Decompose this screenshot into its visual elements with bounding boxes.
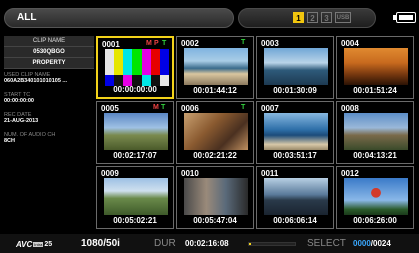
clip-thumbnail-image xyxy=(264,178,328,215)
clip-name-label: CLIP NAME xyxy=(4,36,94,47)
clip-thumbnail-0006[interactable]: 0006 T 00:02:21:22 xyxy=(176,101,254,164)
clip-number: 0008 xyxy=(341,104,359,113)
codec-name: AVC xyxy=(16,239,33,249)
clip-number: 0006 xyxy=(181,104,199,113)
clip-number: 0005 xyxy=(101,104,119,113)
clip-timecode: 00:05:47:04 xyxy=(193,216,237,225)
clip-thumbnail-image xyxy=(344,48,408,85)
clip-number: 0010 xyxy=(181,169,199,178)
clip-number: 0003 xyxy=(261,39,279,48)
codec-sub: Intra xyxy=(33,241,44,247)
clip-timecode: 00:06:06:14 xyxy=(273,216,317,225)
clip-thumbnail-0010[interactable]: 0010 00:05:47:04 xyxy=(176,166,254,229)
page-1-indicator[interactable]: 1 xyxy=(293,12,304,23)
clip-thumbnail-grid: 0001 M P T 00:00:00:00 0002 T 00:01:44:12 0003 00… xyxy=(96,36,419,231)
clip-timecode: 00:05:02:21 xyxy=(113,216,157,225)
clip-thumbnail-0008[interactable]: 0008 00:04:13:21 xyxy=(336,101,414,164)
clip-number: 0012 xyxy=(341,169,359,178)
duration-label: DUR xyxy=(154,238,176,249)
status-bar: AVC Intra 25 1080/50i DUR 00:02:16:08 SE… xyxy=(0,234,419,253)
clip-thumbnail-0005[interactable]: 0005 M T 00:02:17:07 xyxy=(96,101,174,164)
clip-thumbnail-0011[interactable]: 0011 00:06:06:14 xyxy=(256,166,334,229)
clip-thumbnail-image xyxy=(264,48,328,85)
used-clip-name-value: 060A2B340101010105 ... xyxy=(4,78,67,84)
selected-count: 0000/0024 xyxy=(353,239,391,248)
top-bar: ALL 1 2 3 USB xyxy=(0,0,419,33)
codec-rate: 25 xyxy=(44,240,53,248)
audio-ch-value: 8CH xyxy=(4,138,16,144)
clip-timecode: 00:02:17:07 xyxy=(113,151,157,160)
clip-thumbnail-0007[interactable]: 0007 00:03:51:17 xyxy=(256,101,334,164)
clip-thumbnail-image xyxy=(184,48,248,85)
clip-thumbnail-image xyxy=(344,113,408,150)
clip-mark-t: T xyxy=(241,39,246,46)
duration-value: 00:02:16:08 xyxy=(185,239,229,248)
clip-thumbnail-0003[interactable]: 0003 00:01:30:09 xyxy=(256,36,334,99)
video-format: 1080/50i xyxy=(81,238,120,249)
duration-progress-bar xyxy=(248,242,296,246)
clip-timecode: 00:00:00:00 xyxy=(113,85,157,94)
clip-thumbnail-image xyxy=(104,113,168,150)
clip-number: 0011 xyxy=(261,169,279,178)
clip-mark-t: T xyxy=(241,104,246,111)
clip-timecode: 00:04:13:21 xyxy=(353,151,397,160)
start-tc-value: 00:00:00:00 xyxy=(4,98,34,104)
page-2-indicator[interactable]: 2 xyxy=(307,12,318,23)
clip-thumbnail-0002[interactable]: 0002 T 00:01:44:12 xyxy=(176,36,254,99)
clip-thumbnail-0004[interactable]: 0004 00:01:51:24 xyxy=(336,36,414,99)
clip-mark-m: M xyxy=(153,104,159,111)
clip-thumbnail-0001[interactable]: 0001 M P T 00:00:00:00 xyxy=(96,36,174,99)
clip-info-panel: CLIP NAME 0530QBGO PROPERTY USED CLIP NA… xyxy=(4,36,94,231)
codec-logo: AVC Intra 25 xyxy=(16,239,52,249)
clip-thumbnail-image xyxy=(344,178,408,215)
clip-number: 0001 xyxy=(102,40,120,49)
clip-timecode: 00:01:44:12 xyxy=(193,86,237,95)
clip-mark-m: M xyxy=(146,40,152,47)
clip-timecode: 00:01:30:09 xyxy=(273,86,317,95)
clip-thumbnail-0012[interactable]: 0012 00:06:26:00 xyxy=(336,166,414,229)
clip-mark-t: T xyxy=(162,40,167,47)
clip-timecode: 00:03:51:17 xyxy=(273,151,317,160)
clip-list-title: ALL xyxy=(17,12,37,23)
clip-name-value: 0530QBGO xyxy=(4,47,94,58)
clip-timecode: 00:02:21:22 xyxy=(193,151,237,160)
clip-number: 0002 xyxy=(181,39,199,48)
clip-thumbnail-image xyxy=(105,49,169,86)
clip-thumbnail-image xyxy=(264,113,328,150)
clip-number: 0004 xyxy=(341,39,359,48)
clip-thumbnail-image xyxy=(184,113,248,150)
clip-list-title-bar[interactable]: ALL xyxy=(4,8,234,28)
select-label: SELECT xyxy=(307,238,346,249)
clip-number: 0007 xyxy=(261,104,279,113)
battery-icon xyxy=(393,12,416,23)
clip-timecode: 00:01:51:24 xyxy=(353,86,397,95)
clip-mark-p: P xyxy=(154,40,159,47)
selected-count-value: 0000 xyxy=(353,239,371,248)
progress-fill xyxy=(249,243,252,245)
clip-thumbnail-image xyxy=(104,178,168,215)
rec-date-value: 21-AUG-2013 xyxy=(4,118,39,124)
clip-number: 0009 xyxy=(101,169,119,178)
usb-indicator: USB xyxy=(335,12,351,23)
page-3-indicator[interactable]: 3 xyxy=(321,12,332,23)
clip-timecode: 00:06:26:00 xyxy=(353,216,397,225)
total-count-value: /0024 xyxy=(370,239,391,248)
property-button[interactable]: PROPERTY xyxy=(4,58,94,69)
clip-thumbnail-image xyxy=(184,178,248,215)
clip-mark-t: T xyxy=(161,104,166,111)
clip-thumbnail-0009[interactable]: 0009 00:05:02:21 xyxy=(96,166,174,229)
